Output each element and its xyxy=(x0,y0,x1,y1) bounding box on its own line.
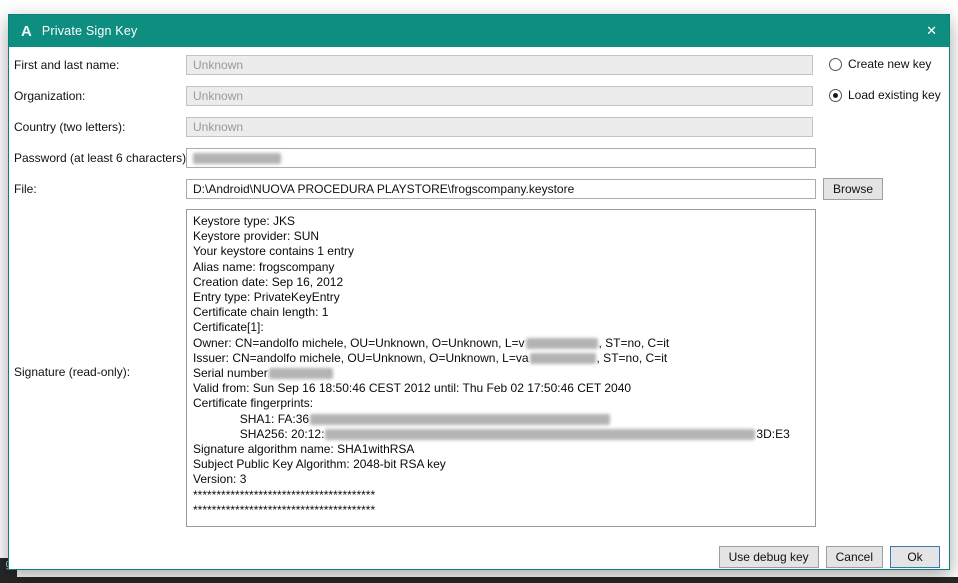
organization-label: Organization: xyxy=(14,89,86,103)
file-input[interactable] xyxy=(186,179,816,199)
signature-box[interactable]: Keystore type: JKS Keystore provider: SUN… xyxy=(186,209,816,527)
redacted-text xyxy=(325,429,756,441)
signature-line: Creation date: Sep 16, 2012 xyxy=(193,274,344,289)
ok-button[interactable]: Ok xyxy=(890,546,940,568)
radio-load-existing-key-label: Load existing key xyxy=(848,88,941,102)
signature-line: Entry type: PrivateKeyEntry xyxy=(193,290,340,305)
signature-line: Issuer: CN=andolfo michele, OU=Unknown, … xyxy=(193,350,668,365)
redacted-password xyxy=(193,152,281,164)
browse-button[interactable]: Browse xyxy=(823,178,884,200)
password-input[interactable] xyxy=(186,148,816,168)
signature-line: *************************************** xyxy=(193,502,376,517)
signature-line: Subject Public Key Algorithm: 2048-bit R… xyxy=(193,457,446,472)
radio-create-new-key-label: Create new key xyxy=(848,57,932,71)
redacted-text xyxy=(268,368,333,380)
window-title: Private Sign Key xyxy=(41,24,138,38)
radio-load-existing-key[interactable]: Load existing key xyxy=(829,88,941,102)
signature-line: SHA1: FA:36 xyxy=(193,412,809,427)
signature-line: Certificate chain length: 1 xyxy=(193,305,329,320)
signature-line: Signature algorithm name: SHA1withRSA xyxy=(193,442,415,457)
app-icon: A xyxy=(21,22,32,40)
country-input xyxy=(186,117,813,137)
redacted-text xyxy=(529,353,596,365)
radio-create-new-key[interactable]: Create new key xyxy=(829,57,931,71)
footer-buttons: Use debug key Cancel Ok xyxy=(718,546,940,568)
signature-line: Valid from: Sun Sep 16 18:50:46 CEST 201… xyxy=(193,381,632,396)
background-dark-strip xyxy=(0,577,958,583)
dialog-body: First and last name: Organization: Count… xyxy=(9,47,949,569)
use-debug-key-button[interactable]: Use debug key xyxy=(718,546,819,568)
signature-line: Your keystore contains 1 entry xyxy=(193,244,354,259)
organization-input xyxy=(186,86,813,106)
radio-dot[interactable] xyxy=(829,88,842,102)
name-input xyxy=(186,55,813,75)
signature-label: Signature (read-only): xyxy=(14,365,131,379)
password-label: Password (at least 6 characters): xyxy=(14,151,190,165)
signature-line: Version: 3 xyxy=(193,472,247,487)
signature-line: Serial number xyxy=(193,366,809,381)
signature-line: Owner: CN=andolfo michele, OU=Unknown, O… xyxy=(193,335,670,350)
file-label: File: xyxy=(14,182,37,196)
signature-line: Keystore type: JKS xyxy=(193,214,296,228)
cancel-button[interactable]: Cancel xyxy=(825,546,883,568)
signature-line: Alias name: frogscompany xyxy=(193,259,335,274)
redacted-text xyxy=(310,413,611,425)
titlebar[interactable]: A Private Sign Key ✕ xyxy=(9,15,949,47)
signature-line: Certificate fingerprints: xyxy=(193,396,314,411)
signature-line: *************************************** xyxy=(193,487,376,502)
close-icon[interactable]: ✕ xyxy=(903,23,937,39)
signature-line: Keystore provider: SUN xyxy=(193,229,320,244)
radio-dot[interactable] xyxy=(829,57,842,71)
name-label: First and last name: xyxy=(14,58,120,72)
private-sign-key-dialog: A Private Sign Key ✕ First and last name… xyxy=(8,14,950,570)
redacted-text xyxy=(525,337,598,349)
country-label: Country (two letters): xyxy=(14,120,126,134)
signature-line: Certificate[1]: xyxy=(193,320,264,335)
signature-line: SHA256: 20:12: 3D:E3 xyxy=(193,426,790,441)
